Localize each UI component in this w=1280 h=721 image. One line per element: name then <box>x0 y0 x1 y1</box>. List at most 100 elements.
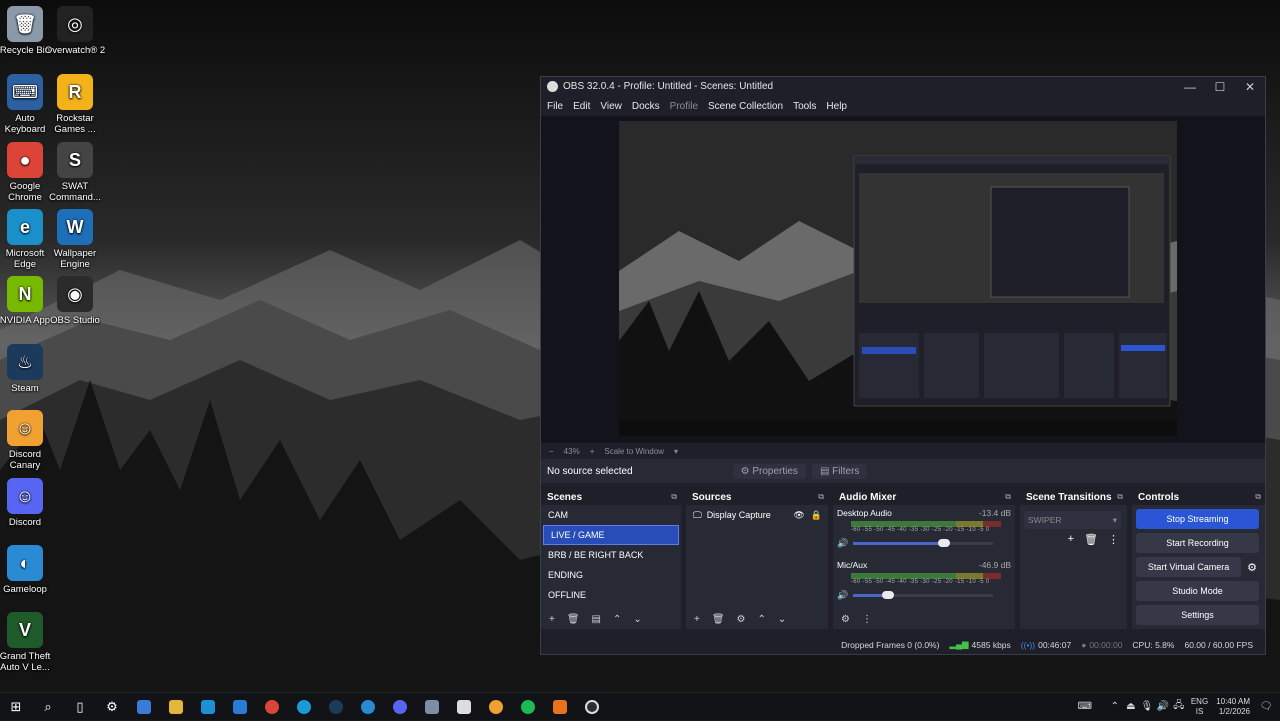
trash-icon[interactable]: 🗑 <box>567 614 580 625</box>
menu-file[interactable]: File <box>547 101 563 112</box>
notepad-icon[interactable] <box>448 693 480 721</box>
start-virtual-camera-button[interactable]: Start Virtual Camera <box>1136 557 1242 577</box>
fps: 60.00 / 60.00 FPS <box>1184 639 1253 650</box>
scale-mode[interactable]: Scale to Window <box>604 447 664 456</box>
start-button[interactable]: ⊞ <box>0 693 32 721</box>
undock-icon[interactable]: ⧉ <box>1117 492 1123 502</box>
advanced-audio-icon[interactable]: ⚙ <box>841 614 850 625</box>
task-view-icon[interactable]: ▯ <box>64 693 96 721</box>
volume-slider[interactable]: 🔊 <box>835 589 1011 601</box>
controls-title: Controls <box>1138 491 1180 503</box>
network-icon[interactable]: 🖧 <box>1171 698 1187 715</box>
scene-item[interactable]: ENDING <box>541 565 681 585</box>
store-icon[interactable] <box>128 693 160 721</box>
discord-icon[interactable] <box>384 693 416 721</box>
obs-titlebar[interactable]: OBS 32.0.4 - Profile: Untitled - Scenes:… <box>541 77 1265 96</box>
obs-taskbar-icon[interactable] <box>576 693 608 721</box>
program-preview[interactable] <box>541 116 1265 443</box>
wallpaper-engine-icon[interactable] <box>352 693 384 721</box>
undock-icon[interactable]: ⧉ <box>671 492 677 502</box>
search-icon[interactable]: ⌕ <box>32 693 64 721</box>
settings-button[interactable]: Settings <box>1136 605 1259 625</box>
slider-knob[interactable] <box>882 591 894 599</box>
desktop-icon[interactable]: ◎ Overwatch® 2 <box>44 6 106 56</box>
mic-icon[interactable]: 🎙 <box>1139 701 1155 712</box>
menu-docks[interactable]: Docks <box>632 101 660 112</box>
studio-mode-button[interactable]: Studio Mode <box>1136 581 1259 601</box>
menu-scene-collection[interactable]: Scene Collection <box>708 101 783 112</box>
calendar-icon[interactable] <box>192 693 224 721</box>
spotify-icon[interactable] <box>512 693 544 721</box>
chrome-icon[interactable] <box>256 693 288 721</box>
desktop-icon[interactable]: ◉ OBS Studio <box>44 276 106 326</box>
minimize-button[interactable]: — <box>1175 80 1205 94</box>
move-down-icon[interactable]: ⌄ <box>778 614 786 625</box>
scene-item[interactable]: CAM <box>541 505 681 525</box>
scene-item[interactable]: BRB / BE RIGHT BACK <box>541 545 681 565</box>
affinity-icon[interactable] <box>544 693 576 721</box>
keyboard-icon[interactable]: ⌨ <box>1077 701 1093 712</box>
chevron-up-icon[interactable]: ⌃ <box>1107 701 1123 712</box>
scene-item[interactable]: OFFLINE <box>541 585 681 605</box>
more-icon[interactable]: ⋮ <box>1108 533 1119 546</box>
undock-icon[interactable]: ⧉ <box>1005 492 1011 502</box>
desktop-icon[interactable]: ♨ Steam <box>0 344 56 394</box>
add-icon[interactable]: + <box>1068 533 1074 546</box>
scene-item[interactable]: LIVE / GAME <box>543 525 679 545</box>
desktop-icon[interactable]: ☺ Discord <box>0 478 56 528</box>
desktop-icon[interactable]: ◐ Gameloop <box>0 545 56 595</box>
language-indicator[interactable]: ENG IS <box>1191 697 1208 717</box>
desktop-icon[interactable]: ☺ Discord Canary <box>0 410 56 471</box>
desktop-icon[interactable]: R Rockstar Games ... <box>44 74 106 135</box>
properties-button[interactable]: ⚙ Properties <box>732 463 806 479</box>
file-explorer-icon[interactable] <box>160 693 192 721</box>
source-item[interactable]: 🖵 Display Capture 👁 🔒 <box>686 505 828 525</box>
maximize-button[interactable]: ☐ <box>1205 80 1235 94</box>
move-up-icon[interactable]: ⌃ <box>758 614 766 625</box>
speaker-icon[interactable]: 🔊 <box>837 590 848 601</box>
usb-icon[interactable]: ⏏ <box>1123 701 1139 712</box>
gear-icon[interactable]: ⚙ <box>1247 561 1257 574</box>
desktop-icon[interactable]: S SWAT Command... <box>44 142 106 203</box>
steam-icon[interactable] <box>320 693 352 721</box>
desktop-icon[interactable]: W Wallpaper Engine <box>44 209 106 270</box>
menu-tools[interactable]: Tools <box>793 101 816 112</box>
clock[interactable]: 10:40 AM 1/2/2026 <box>1216 697 1250 717</box>
menu-edit[interactable]: Edit <box>573 101 590 112</box>
zoom-out-button[interactable]: − <box>549 447 554 456</box>
undock-icon[interactable]: ⧉ <box>818 492 824 502</box>
more-icon[interactable]: ⋮ <box>862 614 872 625</box>
speaker-icon[interactable]: 🔊 <box>837 538 848 549</box>
settings-gear-icon[interactable]: ⚙ <box>96 693 128 721</box>
filter-icon[interactable]: ▤ <box>592 614 601 625</box>
move-down-icon[interactable]: ⌄ <box>633 614 641 625</box>
gear-icon[interactable]: ⚙ <box>737 614 746 625</box>
lock-icon[interactable]: 🔒 <box>811 510 822 521</box>
chevron-down-icon[interactable]: ▾ <box>674 447 678 456</box>
trash-icon[interactable]: 🗑 <box>712 614 725 625</box>
add-icon[interactable]: + <box>549 614 555 625</box>
transition-select[interactable]: SWIPER ▾ <box>1024 511 1121 529</box>
discord-canary-icon[interactable] <box>480 693 512 721</box>
stop-streaming-button[interactable]: Stop Streaming <box>1136 509 1259 529</box>
start-recording-button[interactable]: Start Recording <box>1136 533 1259 553</box>
volume-slider[interactable]: 🔊 <box>835 537 1011 549</box>
notifications-icon[interactable]: 🗨 <box>1258 701 1274 712</box>
zoom-in-button[interactable]: + <box>590 447 595 456</box>
desktop-icon[interactable]: V Grand Theft Auto V Le... <box>0 612 56 673</box>
menu-profile[interactable]: Profile <box>670 101 698 112</box>
close-button[interactable]: ✕ <box>1235 80 1265 94</box>
menu-help[interactable]: Help <box>826 101 847 112</box>
menu-view[interactable]: View <box>600 101 622 112</box>
app-icon[interactable] <box>416 693 448 721</box>
filters-button[interactable]: ▤ Filters <box>811 463 868 479</box>
eye-icon[interactable]: 👁 <box>793 510 804 521</box>
slider-knob[interactable] <box>938 539 950 547</box>
volume-icon[interactable]: 🔊 <box>1155 701 1171 712</box>
edge-icon[interactable] <box>288 693 320 721</box>
mail-icon[interactable] <box>224 693 256 721</box>
move-up-icon[interactable]: ⌃ <box>613 614 621 625</box>
trash-icon[interactable]: 🗑 <box>1084 533 1098 546</box>
add-icon[interactable]: + <box>694 614 700 625</box>
undock-icon[interactable]: ⧉ <box>1255 492 1261 502</box>
